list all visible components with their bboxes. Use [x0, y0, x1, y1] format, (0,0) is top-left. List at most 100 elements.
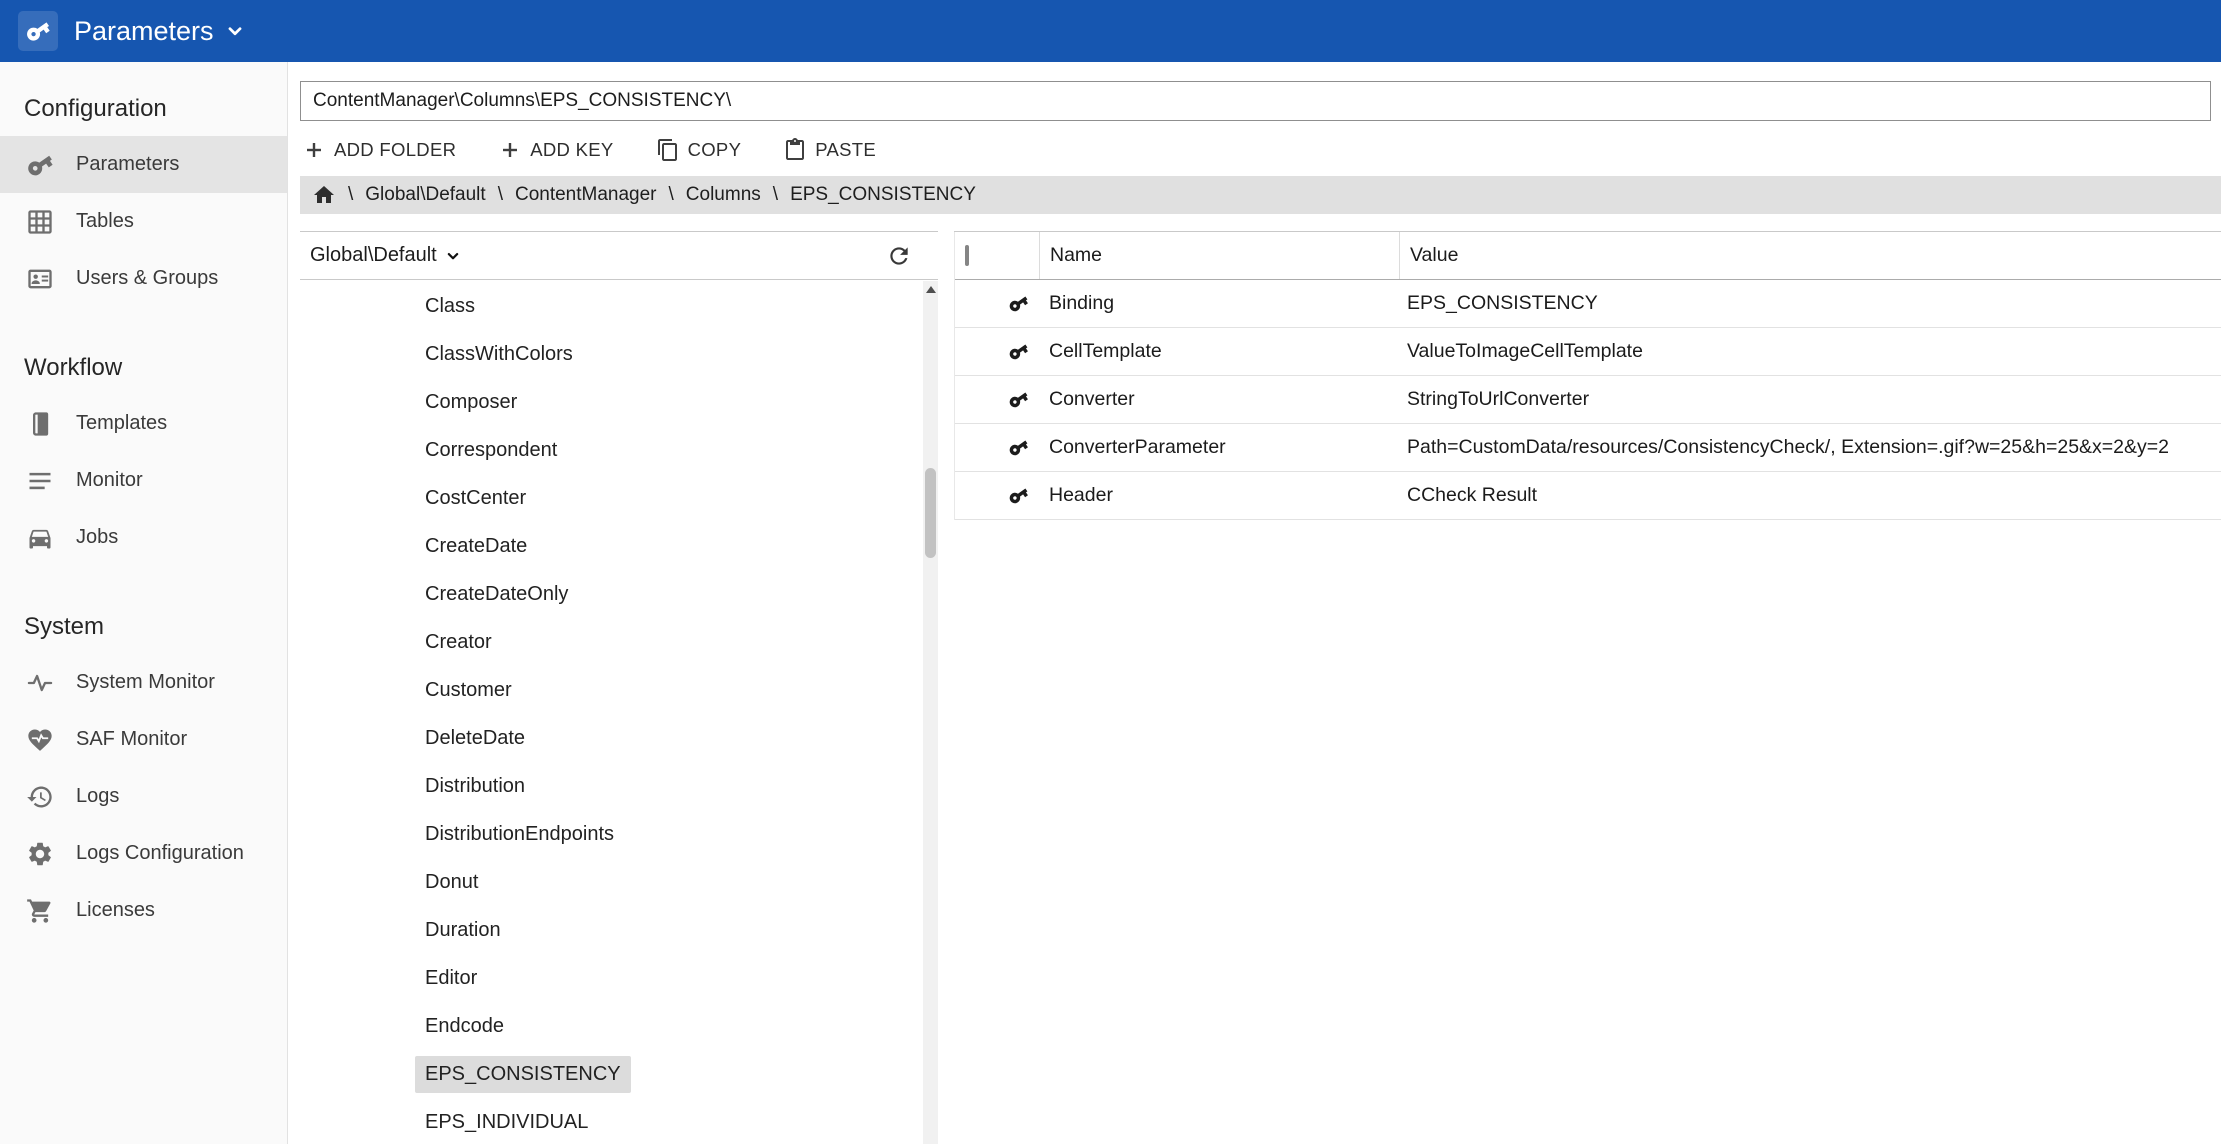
sidebar-item-logs[interactable]: Logs	[0, 768, 287, 825]
id-card-icon	[26, 265, 54, 293]
tree-item[interactable]: Class	[415, 282, 923, 330]
sidebar-item-parameters[interactable]: Parameters	[0, 136, 287, 193]
sidebar-item-templates[interactable]: Templates	[0, 395, 287, 452]
tree-item[interactable]: Correspondent	[415, 426, 923, 474]
tree-item[interactable]: DistributionEndpoints	[415, 810, 923, 858]
tree-item[interactable]: EPS_INDIVIDUAL	[415, 1098, 923, 1144]
copy-icon	[656, 138, 680, 162]
tree-item[interactable]: Editor	[415, 954, 923, 1002]
cart-icon	[26, 897, 54, 925]
tree-item[interactable]: DeleteDate	[415, 714, 923, 762]
tree-item[interactable]: Customer	[415, 666, 923, 714]
tree-item[interactable]: CreateDate	[415, 522, 923, 570]
add-folder-button[interactable]: ADD FOLDER	[302, 138, 456, 162]
sidebar-item-users-groups[interactable]: Users & Groups	[0, 250, 287, 307]
tree-item[interactable]: Composer	[415, 378, 923, 426]
app-menu-button[interactable]	[18, 11, 58, 51]
key-icon	[1004, 337, 1033, 366]
sidebar-item-tables[interactable]: Tables	[0, 193, 287, 250]
scope-label[interactable]: Global\Default	[310, 244, 437, 267]
param-name: Converter	[1039, 388, 1399, 411]
sidebar-item-licenses[interactable]: Licenses	[0, 882, 287, 939]
sidebar-item-label: Templates	[76, 412, 167, 435]
breadcrumb-separator: \	[498, 184, 503, 206]
tree-item-label: DeleteDate	[415, 720, 535, 757]
key-icon	[21, 145, 60, 184]
param-value: EPS_CONSISTENCY	[1399, 292, 2221, 315]
topbar: Parameters	[0, 0, 2221, 62]
tree-item-label: Endcode	[415, 1008, 514, 1045]
param-value: ValueToImageCellTemplate	[1399, 340, 2221, 363]
tree-item[interactable]: CostCenter	[415, 474, 923, 522]
table-row[interactable]: CellTemplate ValueToImageCellTemplate	[955, 328, 2221, 376]
chevron-down-icon[interactable]	[224, 20, 246, 42]
tree-item-label: Composer	[415, 384, 527, 421]
key-icon	[1004, 481, 1033, 510]
tree-item-label: Donut	[415, 864, 488, 901]
path-input[interactable]	[300, 81, 2211, 121]
copy-button[interactable]: COPY	[656, 138, 742, 162]
book-icon	[26, 410, 54, 438]
param-name: CellTemplate	[1039, 340, 1399, 363]
sidebar-item-system-monitor[interactable]: System Monitor	[0, 654, 287, 711]
breadcrumb-segment[interactable]: Global\Default	[365, 184, 485, 206]
paste-button[interactable]: PASTE	[783, 138, 876, 162]
sidebar-item-logs-configuration[interactable]: Logs Configuration	[0, 825, 287, 882]
breadcrumb-segment[interactable]: Columns	[686, 184, 761, 206]
grid-icon	[26, 208, 54, 236]
table-row[interactable]: Converter StringToUrlConverter	[955, 376, 2221, 424]
table-row[interactable]: Header CCheck Result	[955, 472, 2221, 520]
tree-item-label: CostCenter	[415, 480, 536, 517]
sidebar-item-monitor[interactable]: Monitor	[0, 452, 287, 509]
tree-item-label: ClassWithColors	[415, 336, 583, 373]
toolbar: ADD FOLDER ADD KEY COPY PASTE	[302, 133, 2221, 167]
tree-item[interactable]: Duration	[415, 906, 923, 954]
tree-item-selected[interactable]: EPS_CONSISTENCY	[415, 1050, 923, 1098]
tree-item[interactable]: Endcode	[415, 1002, 923, 1050]
add-key-button[interactable]: ADD KEY	[498, 138, 613, 162]
scrollbar-thumb[interactable]	[925, 468, 936, 558]
tree-scrollbar[interactable]	[923, 281, 938, 1144]
section-heading: System	[0, 610, 287, 644]
tree-item[interactable]: Distribution	[415, 762, 923, 810]
key-icon	[1004, 433, 1033, 462]
sidebar-section-system: System System Monitor SAF Monitor Logs L…	[0, 610, 287, 939]
param-value: CCheck Result	[1399, 484, 2221, 507]
tree-item-label: Distribution	[415, 768, 535, 805]
parameters-grid-panel: Name Value Binding EPS_CONSISTENCY CellT…	[954, 231, 2221, 1144]
tree-item-label: Editor	[415, 960, 487, 997]
key-icon	[20, 13, 56, 49]
tree-item[interactable]: CreateDateOnly	[415, 570, 923, 618]
scope-selector: Global\Default	[300, 232, 938, 280]
table-row[interactable]: Binding EPS_CONSISTENCY	[955, 280, 2221, 328]
home-icon[interactable]	[312, 183, 336, 207]
tree-item-label: Duration	[415, 912, 511, 949]
param-name: Header	[1039, 484, 1399, 507]
table-row[interactable]: ConverterParameter Path=CustomData/resou…	[955, 424, 2221, 472]
heart-pulse-icon	[26, 726, 54, 754]
sidebar-item-label: Licenses	[76, 899, 155, 922]
key-icon	[1004, 289, 1033, 318]
tree-item-label: DistributionEndpoints	[415, 816, 624, 853]
chevron-down-icon[interactable]	[444, 247, 462, 265]
refresh-icon[interactable]	[886, 243, 912, 269]
sidebar-item-label: Logs	[76, 785, 119, 808]
sidebar-item-label: Jobs	[76, 526, 118, 549]
breadcrumb-separator: \	[348, 184, 353, 206]
tree-item-label: EPS_CONSISTENCY	[415, 1056, 631, 1093]
list-lines-icon	[26, 467, 54, 495]
content-split: Global\Default Class ClassWithColors Com…	[300, 231, 2221, 1144]
tree-item[interactable]: ClassWithColors	[415, 330, 923, 378]
breadcrumb-segment[interactable]: EPS_CONSISTENCY	[790, 184, 976, 206]
scrollbar-up-arrow[interactable]	[923, 281, 938, 298]
plus-icon	[302, 138, 326, 162]
paste-label: PASTE	[815, 139, 876, 161]
tree-item[interactable]: Creator	[415, 618, 923, 666]
breadcrumb-segment[interactable]: ContentManager	[515, 184, 657, 206]
sidebar-item-saf-monitor[interactable]: SAF Monitor	[0, 711, 287, 768]
sidebar-item-jobs[interactable]: Jobs	[0, 509, 287, 566]
sidebar-section-configuration: Configuration Parameters Tables Users & …	[0, 92, 287, 307]
sidebar-section-workflow: Workflow Templates Monitor Jobs	[0, 351, 287, 566]
tree-item[interactable]: Donut	[415, 858, 923, 906]
select-all-checkbox[interactable]	[965, 245, 969, 266]
